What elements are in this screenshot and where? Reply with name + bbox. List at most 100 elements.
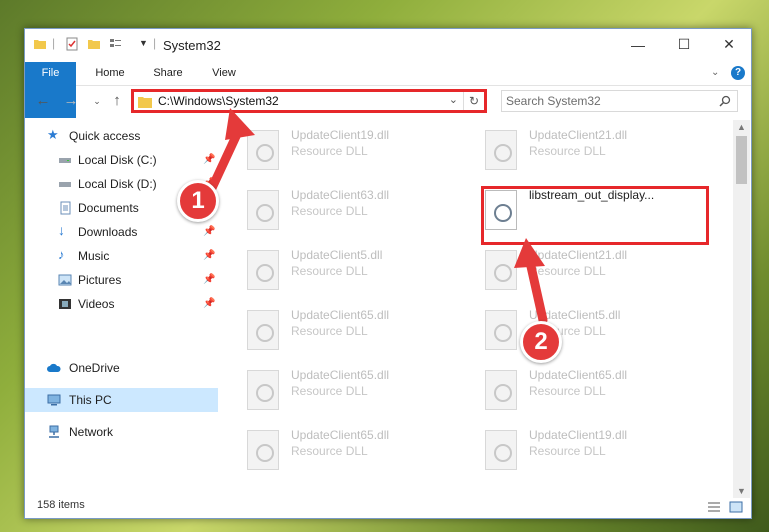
up-arrow-icon[interactable]: ↑	[109, 92, 125, 110]
file-name: UpdateClient65.dll	[291, 428, 390, 442]
sidebar-item-label: Music	[78, 249, 110, 263]
sidebar-item-network[interactable]: Network	[25, 420, 218, 444]
callout-step-2: 2	[520, 321, 562, 363]
help-icon[interactable]: ?	[731, 66, 745, 80]
sidebar-item-downloads[interactable]: ↓ Downloads 📌	[25, 220, 218, 244]
scrollbar-thumb[interactable]	[736, 136, 747, 184]
drive-icon	[59, 182, 71, 187]
dll-file-icon	[247, 430, 279, 470]
maximize-button[interactable]: ☐	[661, 29, 707, 60]
address-path: C:\Windows\System32	[158, 94, 279, 108]
file-item[interactable]: UpdateClient21.dll Resource DLL	[473, 124, 693, 180]
star-icon: ★	[47, 127, 59, 142]
file-item[interactable]: UpdateClient65.dll Resource DLL	[473, 364, 693, 420]
dll-file-icon	[485, 430, 517, 470]
file-item[interactable]: UpdateClient63.dll Resource DLL	[235, 184, 455, 240]
sidebar-item-music[interactable]: ♪ Music 📌	[25, 244, 218, 268]
sidebar-item-local-disk-c[interactable]: Local Disk (C:) 📌	[25, 148, 218, 172]
sidebar-item-onedrive[interactable]: OneDrive	[25, 356, 218, 380]
file-item[interactable]: UpdateClient65.dll Resource DLL	[235, 364, 455, 420]
pin-icon: 📌	[203, 226, 216, 237]
recent-locations-icon[interactable]: ⌄	[89, 92, 105, 110]
folder-icon	[138, 97, 152, 108]
expand-ribbon-icon[interactable]: ⌄	[711, 67, 719, 78]
large-icons-view-icon[interactable]	[729, 500, 743, 514]
network-icon	[49, 425, 59, 438]
tab-home[interactable]: Home	[89, 62, 131, 85]
dll-file-icon	[485, 370, 517, 410]
sidebar-item-label: Downloads	[78, 225, 138, 239]
sidebar-item-pictures[interactable]: Pictures 📌	[25, 268, 218, 292]
sidebar-item-videos[interactable]: Videos 📌	[25, 292, 218, 316]
details-view-icon[interactable]	[707, 500, 721, 514]
file-name: UpdateClient65.dll	[291, 308, 390, 322]
file-name: UpdateClient21.dll	[529, 248, 628, 262]
dll-file-icon	[485, 130, 517, 170]
ribbon-tabs: File Home Share View ⌄ ?	[25, 62, 751, 118]
forward-arrow-icon[interactable]: →	[63, 92, 79, 110]
file-item[interactable]: UpdateClient5.dll Resource DLL	[473, 304, 693, 360]
explorer-window: | ▼ | System32 — ☐ ✕ File Home Share Vie…	[24, 28, 752, 519]
music-icon: ♪	[58, 247, 65, 262]
computer-icon	[47, 394, 61, 406]
file-item[interactable]: UpdateClient21.dll Resource DLL	[473, 244, 693, 300]
minimize-button[interactable]: —	[615, 29, 661, 60]
dll-file-icon	[247, 190, 279, 230]
file-type: Resource DLL	[529, 144, 606, 158]
dll-file-icon	[247, 370, 279, 410]
sidebar-item-label: Quick access	[69, 129, 141, 143]
file-item[interactable]: UpdateClient65.dll Resource DLL	[235, 424, 455, 480]
dll-file-icon	[247, 250, 279, 290]
file-item[interactable]: UpdateClient65.dll Resource DLL	[235, 304, 455, 360]
address-bar[interactable]: C:\Windows\System32 ⌄ ↻	[131, 89, 487, 113]
file-name: UpdateClient21.dll	[529, 128, 628, 142]
file-name: UpdateClient63.dll	[291, 188, 390, 202]
sidebar-item-label: Network	[69, 425, 114, 439]
address-dropdown-icon[interactable]: ⌄	[449, 93, 458, 106]
new-folder-icon[interactable]	[87, 37, 101, 51]
documents-icon	[60, 201, 71, 215]
search-input[interactable]: Search System32	[501, 90, 738, 112]
back-arrow-icon[interactable]: ←	[35, 92, 51, 110]
divider: |	[153, 36, 157, 50]
file-type: Resource DLL	[529, 264, 606, 278]
file-name: UpdateClient5.dll	[529, 308, 621, 322]
properties-icon[interactable]	[65, 37, 79, 51]
file-item[interactable]: UpdateClient5.dll Resource DLL	[235, 244, 455, 300]
tab-view[interactable]: View	[203, 62, 245, 85]
file-item[interactable]: UpdateClient19.dll Resource DLL	[473, 424, 693, 480]
status-bar: 158 items	[25, 496, 751, 518]
sidebar-item-quick-access[interactable]: ★ Quick access	[25, 124, 218, 148]
search-placeholder: Search System32	[506, 94, 601, 108]
dll-file-icon	[485, 250, 517, 290]
close-button[interactable]: ✕	[706, 29, 752, 60]
file-type: Resource DLL	[529, 384, 606, 398]
file-name: UpdateClient19.dll	[529, 428, 628, 442]
file-name: UpdateClient65.dll	[291, 368, 390, 382]
file-type: Resource DLL	[291, 444, 368, 458]
customize-toolbar-icon[interactable]	[109, 37, 123, 51]
tab-share[interactable]: Share	[147, 62, 189, 85]
sidebar-item-label: Local Disk (D:)	[78, 177, 157, 191]
pictures-icon	[58, 274, 72, 286]
file-item[interactable]: UpdateClient19.dll Resource DLL	[235, 124, 455, 180]
divider: |	[52, 36, 56, 50]
chevron-down-icon[interactable]: ▼	[139, 38, 148, 48]
item-count: 158 items	[37, 499, 85, 511]
pin-icon: 📌	[203, 250, 216, 261]
sidebar-item-label: Videos	[78, 297, 115, 311]
file-name: UpdateClient5.dll	[291, 248, 383, 262]
navigation-bar: ← → ⌄ ↑ C:\Windows\System32 ⌄ ↻ Search S…	[25, 86, 751, 117]
file-type: Resource DLL	[291, 144, 368, 158]
sidebar-item-this-pc[interactable]: This PC	[25, 388, 218, 412]
download-icon: ↓	[58, 222, 65, 238]
pin-icon: 📌	[203, 274, 216, 285]
file-type: Resource DLL	[291, 384, 368, 398]
scroll-up-icon[interactable]: ▲	[733, 120, 750, 134]
search-icon[interactable]	[719, 95, 731, 107]
pin-icon: 📌	[203, 298, 216, 309]
file-type: Resource DLL	[291, 324, 368, 338]
file-type: Resource DLL	[529, 444, 606, 458]
vertical-scrollbar[interactable]: ▲ ▼	[733, 120, 750, 498]
refresh-icon[interactable]: ↻	[463, 92, 484, 110]
